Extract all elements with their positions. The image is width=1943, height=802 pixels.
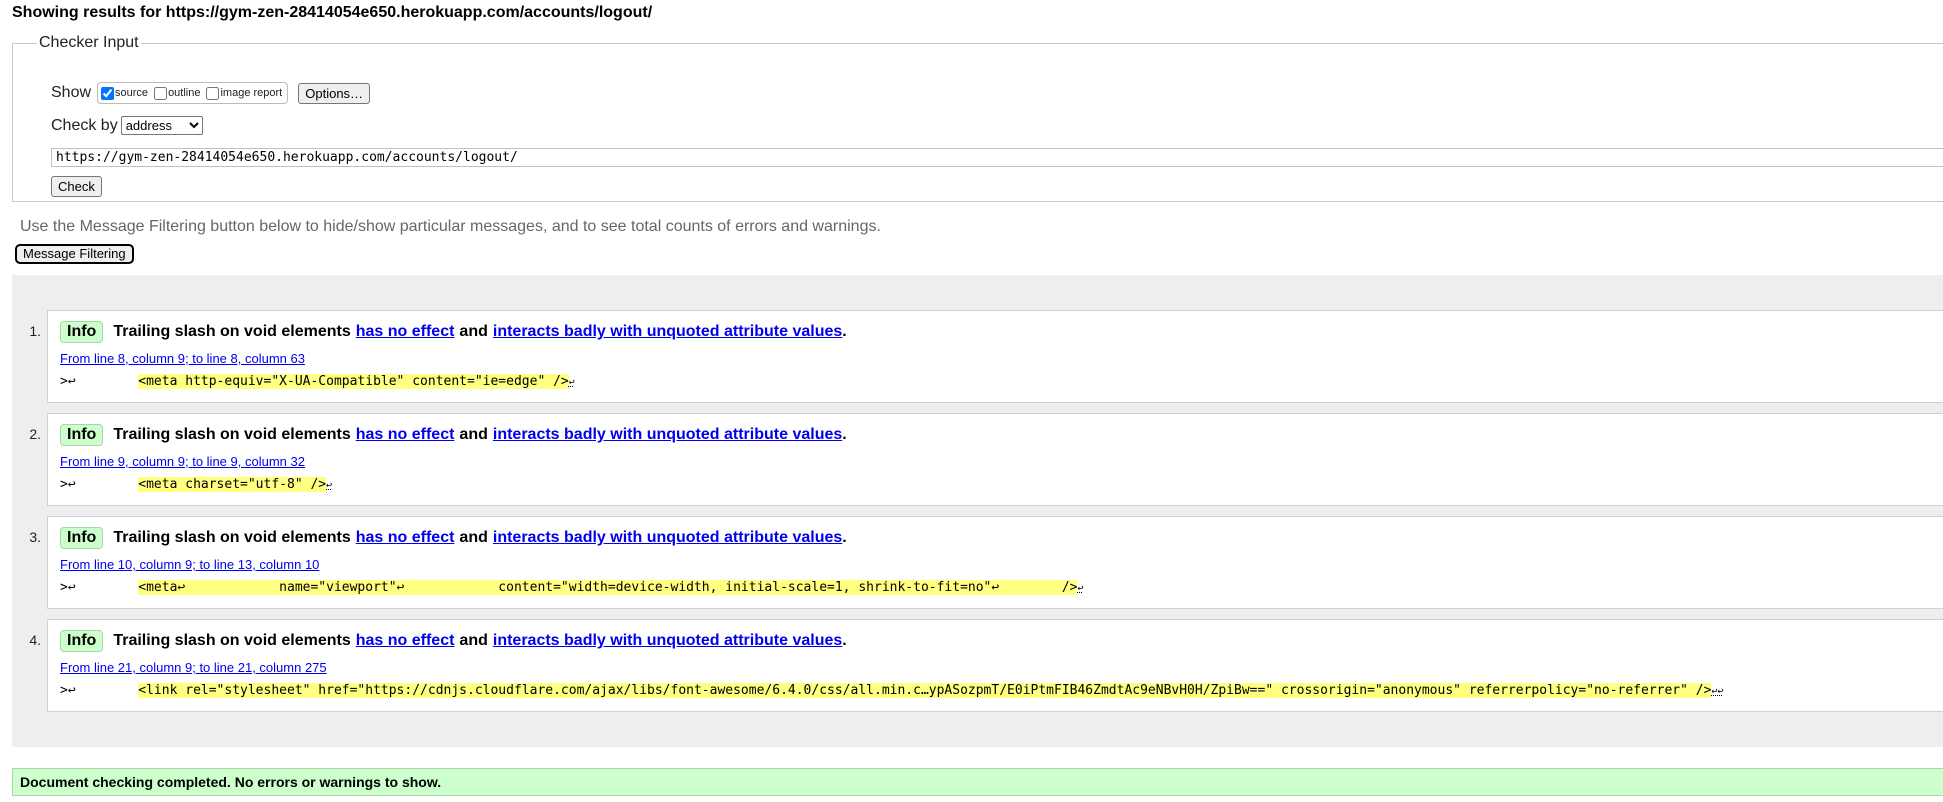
message-item: 3. Info Trailing slash on void elements …: [29, 516, 1943, 609]
checker-input-legend: Checker Input: [39, 34, 139, 51]
message-item: 2. Info Trailing slash on void elements …: [29, 413, 1943, 506]
extract-prefix: >↩: [60, 477, 139, 492]
check-by-select[interactable]: address: [120, 116, 203, 135]
message-period: .: [842, 529, 847, 546]
message-text: Trailing slash on void elements: [113, 323, 351, 340]
options-button[interactable]: Options…: [298, 82, 371, 104]
source-extract: >↩ <meta http-equiv="X-UA-Compatible" co…: [60, 374, 575, 389]
source-label: source: [115, 87, 149, 99]
info-badge: Info: [60, 527, 104, 549]
extract-suffix: ↩↩: [1711, 686, 1724, 697]
show-source-option[interactable]: source: [101, 86, 149, 100]
has-no-effect-link[interactable]: has no effect: [356, 323, 455, 341]
message-period: .: [842, 632, 847, 649]
message-header: Info Trailing slash on void elements has…: [60, 424, 847, 446]
source-checkbox[interactable]: [101, 86, 115, 100]
message-period: .: [842, 426, 847, 443]
message-number: 3.: [29, 529, 41, 545]
unquoted-attribute-link[interactable]: interacts badly with unquoted attribute …: [493, 323, 842, 341]
results-heading: Showing results for https://gym-zen-2841…: [12, 4, 653, 21]
results-area: 1. Info Trailing slash on void elements …: [12, 275, 1943, 747]
show-outline-option[interactable]: outline: [154, 86, 201, 100]
message-header: Info Trailing slash on void elements has…: [60, 630, 847, 652]
image-report-checkbox[interactable]: [206, 86, 220, 100]
extract-highlight: <meta charset="utf-8" />: [138, 477, 327, 492]
info-badge: Info: [60, 630, 104, 652]
check-button[interactable]: Check: [51, 176, 102, 197]
show-label: Show: [51, 84, 92, 101]
message-and: and: [459, 529, 488, 546]
outline-checkbox[interactable]: [154, 86, 168, 100]
outline-label: outline: [168, 87, 201, 99]
extract-highlight: <meta↩ name="viewport"↩ content="width=d…: [138, 580, 1078, 595]
location-link[interactable]: From line 8, column 9; to line 8, column…: [60, 351, 305, 366]
unquoted-attribute-link[interactable]: interacts badly with unquoted attribute …: [493, 632, 842, 650]
has-no-effect-link[interactable]: has no effect: [356, 529, 455, 547]
source-extract: >↩ <link rel="stylesheet" href="https://…: [60, 683, 1724, 698]
message-header: Info Trailing slash on void elements has…: [60, 527, 847, 549]
location-link[interactable]: From line 9, column 9; to line 9, column…: [60, 454, 305, 469]
message-text: Trailing slash on void elements: [113, 426, 351, 443]
info-badge: Info: [60, 321, 104, 343]
message-number: 1.: [29, 323, 41, 339]
has-no-effect-link[interactable]: has no effect: [356, 632, 455, 650]
source-extract: >↩ <meta↩ name="viewport"↩ content="widt…: [60, 580, 1084, 595]
image-report-label: image report: [220, 87, 283, 99]
location-link[interactable]: From line 10, column 9; to line 13, colu…: [60, 557, 319, 572]
extract-suffix: ↩: [1077, 583, 1084, 594]
message-filtering-button[interactable]: Message Filtering: [15, 244, 134, 264]
show-options-group: source outline image report: [97, 82, 289, 104]
extract-highlight: <meta http-equiv="X-UA-Compatible" conte…: [138, 374, 569, 389]
message-item: 1. Info Trailing slash on void elements …: [29, 310, 1943, 403]
message-period: .: [842, 323, 847, 340]
unquoted-attribute-link[interactable]: interacts badly with unquoted attribute …: [493, 426, 842, 444]
message-number: 2.: [29, 426, 41, 442]
message-number: 4.: [29, 632, 41, 648]
show-row: Show source outline image report Options…: [51, 82, 371, 104]
show-image-report-option[interactable]: image report: [206, 86, 283, 100]
check-by-label: Check by: [51, 116, 118, 134]
completion-message: Document checking completed. No errors o…: [12, 768, 1943, 796]
extract-suffix: ↩: [326, 480, 333, 491]
filter-hint-text: Use the Message Filtering button below t…: [20, 218, 881, 235]
extract-highlight: <link rel="stylesheet" href="https://cdn…: [138, 683, 1712, 698]
message-text: Trailing slash on void elements: [113, 632, 351, 649]
message-and: and: [459, 323, 488, 340]
location-link[interactable]: From line 21, column 9; to line 21, colu…: [60, 660, 327, 675]
message-item: 4. Info Trailing slash on void elements …: [29, 619, 1943, 712]
extract-prefix: >↩: [60, 683, 139, 698]
message-text: Trailing slash on void elements: [113, 529, 351, 546]
message-header: Info Trailing slash on void elements has…: [60, 321, 847, 343]
has-no-effect-link[interactable]: has no effect: [356, 426, 455, 444]
url-input[interactable]: [51, 148, 1943, 167]
info-badge: Info: [60, 424, 104, 446]
extract-prefix: >↩: [60, 374, 139, 389]
extract-suffix: ↩: [568, 377, 575, 388]
message-and: and: [459, 426, 488, 443]
source-extract: >↩ <meta charset="utf-8" />↩: [60, 477, 332, 492]
extract-prefix: >↩: [60, 580, 139, 595]
checker-input-panel: Checker Input Show source outline image …: [12, 34, 1943, 202]
message-and: and: [459, 632, 488, 649]
unquoted-attribute-link[interactable]: interacts badly with unquoted attribute …: [493, 529, 842, 547]
check-by-row: Check by address: [51, 116, 203, 135]
